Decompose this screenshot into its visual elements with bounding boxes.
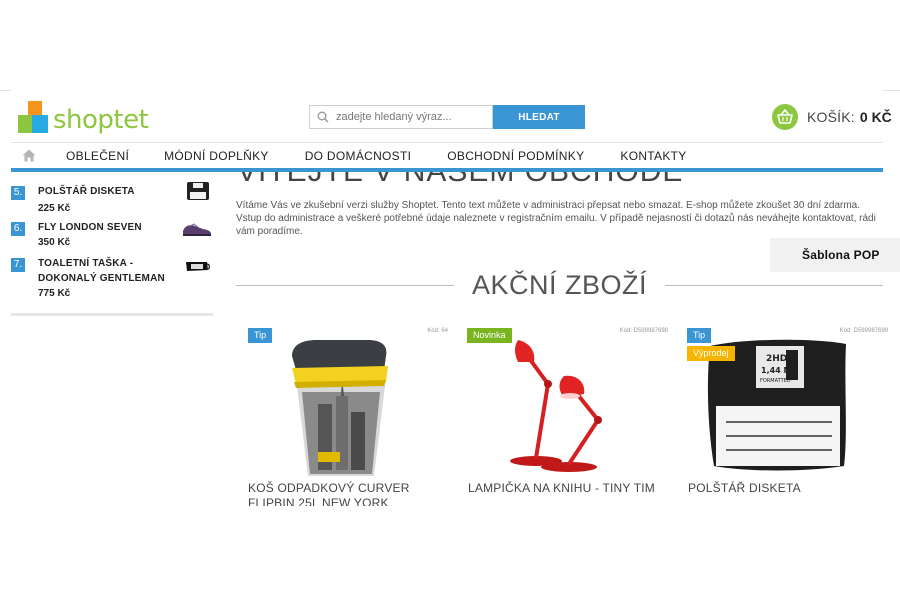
- search-button[interactable]: HLEDAT: [493, 105, 585, 129]
- divider-line: [665, 284, 884, 286]
- search-box[interactable]: [309, 105, 493, 129]
- product-card[interactable]: Novinka Kód: D599987698 LAMPIČKA NA KNIH…: [466, 326, 670, 506]
- section-title: AKČNÍ ZBOŽÍ: [472, 269, 648, 300]
- product-price: 775 Kč: [38, 288, 71, 299]
- rank-badge: 5.: [11, 186, 25, 200]
- shoptet-logo[interactable]: shoptet: [18, 101, 149, 135]
- nav-item-modni-doplnky[interactable]: MÓDNÍ DOPLŇKY: [164, 149, 269, 163]
- divider-line: [236, 284, 454, 286]
- product-price: 225 Kč: [38, 203, 71, 214]
- nav-home[interactable]: [11, 143, 47, 169]
- new-badge: Novinka: [467, 328, 512, 343]
- welcome-text: Vítáme Vás ve zkušební verzi služby Shop…: [236, 200, 876, 237]
- floppy-pillow-thumbnail[interactable]: [185, 180, 211, 202]
- search-input[interactable]: [336, 111, 486, 123]
- search-form: HLEDAT: [309, 105, 585, 129]
- tip-badge: Tip: [248, 328, 273, 343]
- sidebar-divider: [11, 313, 213, 316]
- product-name[interactable]: FLY LONDON SEVEN: [38, 220, 183, 235]
- product-price: 350 Kč: [38, 237, 71, 248]
- disk-label-line2: 1,44 MB: [761, 366, 798, 375]
- nav-item-kontakty[interactable]: KONTAKTY: [620, 149, 686, 163]
- logo-text: shoptet: [53, 105, 149, 135]
- product-card[interactable]: Tip Výprodej Kód: D599987699 2HD 1,44 MB…: [686, 326, 890, 506]
- home-icon: [22, 149, 36, 162]
- nav-item-obchodni-podminky[interactable]: OBCHODNÍ PODMÍNKY: [447, 149, 584, 163]
- product-name[interactable]: KOŠ ODPADKOVÝ CURVER FLIPBIN 25L NEW YOR…: [248, 481, 448, 506]
- cart[interactable]: KOŠÍK: 0 KČ: [772, 104, 892, 130]
- book-lamp-image[interactable]: [466, 334, 670, 480]
- logo-mark-icon: [18, 101, 50, 134]
- basket-icon: [772, 104, 798, 130]
- rank-badge: 6.: [11, 222, 25, 236]
- product-name[interactable]: POLŠTÁŘ DISKETA: [688, 481, 888, 496]
- disk-label-line1: 2HD: [766, 354, 787, 364]
- rank-badge: 7.: [11, 258, 25, 272]
- template-banner[interactable]: Šablona POP: [770, 238, 900, 272]
- cart-label: KOŠÍK:: [807, 109, 855, 125]
- toiletry-bag-thumbnail[interactable]: [183, 258, 211, 274]
- cart-total: 0 KČ: [859, 109, 892, 125]
- product-card[interactable]: Tip Kód: 64 KOŠ ODPADKOVÝ CURVER FLIPBIN…: [246, 326, 450, 506]
- nav-item-do-domacnosti[interactable]: DO DOMÁCNOSTI: [305, 149, 412, 163]
- disk-label-line3: FORMATTED: [760, 378, 791, 384]
- product-name[interactable]: LAMPIČKA NA KNIHU - TINY TIM: [468, 481, 668, 496]
- section-heading: AKČNÍ ZBOŽÍ: [236, 268, 884, 302]
- trash-bin-image[interactable]: [246, 334, 450, 480]
- search-icon: [317, 111, 329, 123]
- shoes-thumbnail[interactable]: [181, 218, 213, 238]
- product-name[interactable]: POLŠTÁŘ DISKETA: [38, 184, 183, 199]
- product-name[interactable]: TOALETNÍ TAŠKA - DOKONALÝ GENTLEMAN: [38, 256, 183, 286]
- sale-badge: Výprodej: [687, 346, 735, 361]
- tip-badge: Tip: [687, 328, 712, 343]
- main-navigation: OBLEČENÍ MÓDNÍ DOPLŇKY DO DOMÁCNOSTI OBC…: [11, 142, 883, 172]
- nav-item-obleceni[interactable]: OBLEČENÍ: [66, 149, 129, 163]
